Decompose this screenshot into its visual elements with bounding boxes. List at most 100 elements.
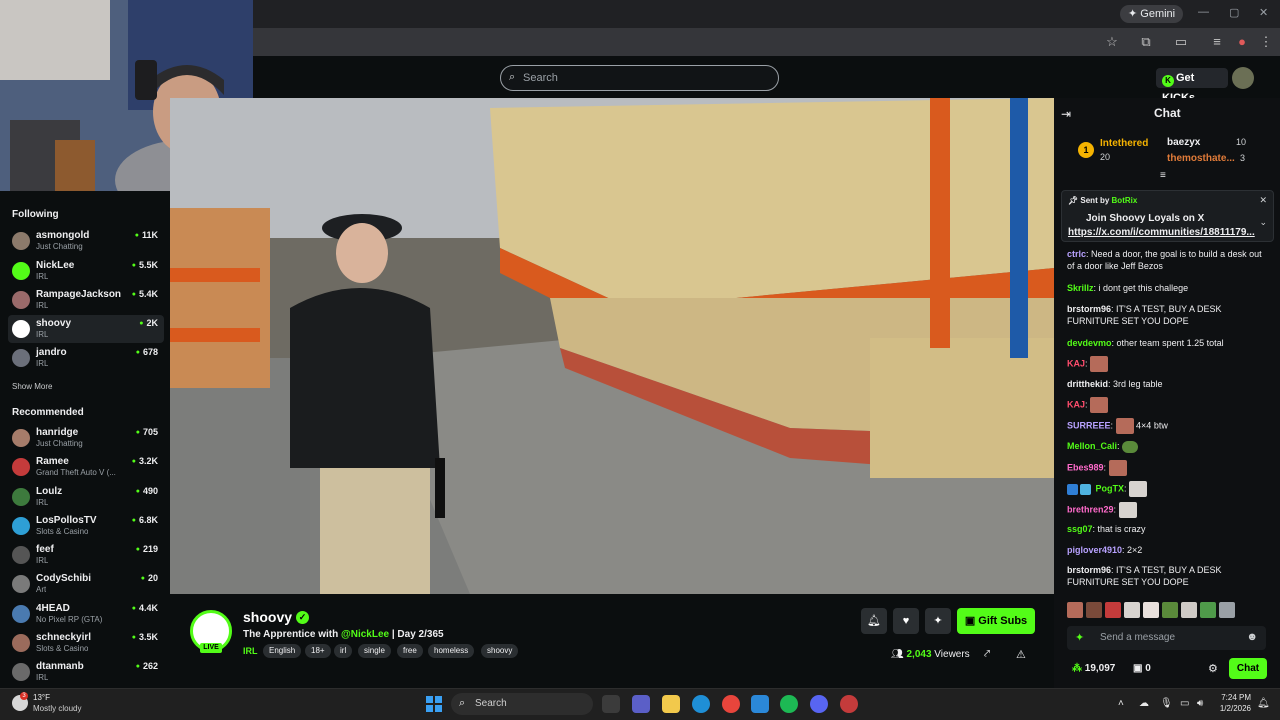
chat-send-button[interactable]: Chat — [1229, 658, 1267, 679]
tag[interactable]: free — [397, 644, 423, 658]
chat-username[interactable]: SURREEE — [1067, 420, 1111, 430]
edge-icon[interactable] — [692, 695, 710, 713]
pinned-link[interactable]: https://x.com/i/communities/18811179... — [1068, 227, 1255, 238]
emote-button[interactable] — [1181, 602, 1197, 618]
microphone-icon[interactable]: 🎙︎ — [1160, 698, 1173, 709]
chat-username[interactable]: piglover4910 — [1067, 545, 1122, 555]
notifications-bell-icon[interactable]: 🔔︎ — [1257, 698, 1270, 709]
tray-chevron-icon[interactable]: ˄ — [1118, 698, 1124, 709]
sidebar-item-loulz[interactable]: Loulz IRL 490 — [8, 483, 164, 511]
sidebar-item-hanridge[interactable]: hanridge Just Chatting 705 — [8, 424, 164, 452]
sidebar-item-asmongold[interactable]: asmongold Just Chatting 11K — [8, 227, 164, 255]
emote-button[interactable] — [1162, 602, 1178, 618]
emote-button[interactable] — [1086, 602, 1102, 618]
gemini-button[interactable]: ✦ Gemini — [1120, 5, 1184, 23]
emote-button[interactable] — [1219, 602, 1235, 618]
collapse-chat-icon[interactable]: ⇥ — [1061, 107, 1071, 121]
profile-icon[interactable]: ● — [1234, 34, 1250, 50]
emote-button[interactable] — [1200, 602, 1216, 618]
get-kicks-button[interactable]: KGet KICKs — [1156, 68, 1228, 104]
sidebar-item-dtanmanb[interactable]: dtanmanb IRL 262 — [8, 658, 164, 686]
chat-username[interactable]: Ebes989 — [1067, 462, 1104, 472]
emote-button[interactable] — [1105, 602, 1121, 618]
store-icon[interactable] — [751, 695, 769, 713]
chat-username[interactable]: Skrillz — [1067, 283, 1094, 293]
chat-message-input[interactable]: ✦ Send a message ☻ — [1067, 626, 1266, 650]
menu-dots-icon[interactable]: ⋮ — [1258, 34, 1274, 50]
title-mention-link[interactable]: @NickLee — [341, 629, 389, 640]
onedrive-icon[interactable]: ☁ — [1139, 698, 1149, 709]
extensions-icon[interactable]: ⧉ — [1138, 34, 1154, 50]
follow-button[interactable]: ♥ — [893, 608, 919, 634]
sidebar-item-shoovy[interactable]: shoovy IRL 2K — [8, 315, 164, 343]
sidebar-item-schneckyirl[interactable]: schneckyirl Slots & Casino 3.5K — [8, 629, 164, 657]
system-clock[interactable]: 7:24 PM 1/2/2026 — [1215, 692, 1251, 714]
emote-button[interactable] — [1143, 602, 1159, 618]
leaderboard-third-name[interactable]: themosthate... — [1167, 153, 1235, 164]
chat-username[interactable]: brethren29 — [1067, 504, 1114, 514]
chevron-down-icon[interactable]: ⌄ — [1259, 217, 1267, 228]
tag[interactable]: shoovy — [481, 644, 519, 658]
chat-username[interactable]: brstorm96 — [1067, 565, 1111, 575]
streamer-name[interactable]: shoovy — [243, 609, 292, 625]
emote-button[interactable] — [1067, 602, 1083, 618]
file-explorer-icon[interactable] — [662, 695, 680, 713]
search-input[interactable]: ⌕ Search — [500, 65, 779, 91]
show-more-link[interactable]: Show More — [12, 382, 52, 391]
discord-icon[interactable] — [810, 695, 828, 713]
chat-username[interactable]: KAJ — [1067, 358, 1085, 368]
close-icon[interactable]: ✕ — [1259, 6, 1268, 19]
volume-icon[interactable]: 🔊︎ — [1197, 698, 1203, 709]
emote-button[interactable] — [1124, 602, 1140, 618]
media-icon[interactable]: ≡ — [1209, 34, 1225, 50]
emoji-picker-icon[interactable]: ☻ — [1246, 631, 1258, 643]
expand-leaderboard-icon[interactable]: ≡ — [1160, 170, 1166, 181]
maximize-icon[interactable]: ▢ — [1229, 6, 1239, 19]
chat-username[interactable]: ssg07 — [1067, 524, 1093, 534]
tag[interactable]: 18+ — [305, 644, 331, 658]
taskbar-search[interactable]: ⌕ Search — [451, 693, 593, 715]
sidebar-item-feef[interactable]: feef IRL 219 — [8, 541, 164, 569]
chat-username[interactable]: dritthekid — [1067, 379, 1108, 389]
tag[interactable]: English — [263, 644, 302, 658]
chat-username[interactable]: brstorm96 — [1067, 304, 1111, 314]
spotify-icon[interactable] — [780, 695, 798, 713]
sidebar-item-jandro[interactable]: jandro IRL 678 — [8, 344, 164, 372]
notification-bell-button[interactable]: 🔔︎ — [861, 608, 887, 634]
app-icon[interactable] — [840, 695, 858, 713]
chat-username[interactable]: ctrlc — [1067, 249, 1086, 259]
unpin-icon[interactable]: ✕ — [1259, 195, 1267, 206]
bookmark-star-icon[interactable]: ☆ — [1104, 34, 1120, 50]
category-link[interactable]: IRL — [243, 646, 258, 656]
chat-username[interactable]: Mellon_Cali — [1067, 441, 1117, 451]
drops-counter[interactable]: ▣ 0 — [1133, 663, 1151, 674]
chat-settings-gear-icon[interactable]: ⚙ — [1208, 662, 1218, 675]
tag[interactable]: single — [358, 644, 391, 658]
channel-points[interactable]: ⁂ 19,097 — [1072, 663, 1115, 674]
leaderboard-second-name[interactable]: baezyx — [1167, 137, 1200, 148]
minimize-icon[interactable]: — — [1198, 6, 1209, 18]
sidebar-item-codyschibi[interactable]: CodySchibi Art 20 — [8, 570, 164, 598]
sidebar-item-nicklee[interactable]: NickLee IRL 5.5K — [8, 257, 164, 285]
sidebar-item-4head[interactable]: 4HEAD No Pixel RP (GTA) 4.4K — [8, 600, 164, 628]
sidebar-item-ramee[interactable]: Ramee Grand Theft Auto V (... 3.2K — [8, 453, 164, 481]
report-icon[interactable]: ⚠ — [1016, 648, 1026, 661]
video-player[interactable] — [170, 98, 1054, 594]
cast-icon[interactable]: ▭ — [1173, 34, 1189, 50]
chat-username[interactable]: PogTX — [1096, 483, 1125, 493]
share-icon[interactable]: ⤤ — [984, 648, 990, 661]
gift-subs-button[interactable]: ▣ Gift Subs — [957, 608, 1035, 634]
sidebar-item-lospollostv[interactable]: LosPollosTV Slots & Casino 6.8K — [8, 512, 164, 540]
teams-icon[interactable] — [632, 695, 650, 713]
chrome-icon[interactable] — [722, 695, 740, 713]
clip-button[interactable]: ✦ — [925, 608, 951, 634]
sidebar-item-rampagejackson[interactable]: RampageJackson IRL 5.4K — [8, 286, 164, 314]
network-icon[interactable]: ▭ — [1180, 698, 1189, 709]
tag[interactable]: homeless — [428, 644, 475, 658]
leaderboard-first-name[interactable]: Intethered — [1100, 138, 1148, 149]
tag[interactable]: irl — [334, 644, 353, 658]
task-view-icon[interactable] — [602, 695, 620, 713]
chat-username[interactable]: KAJ — [1067, 399, 1085, 409]
start-button[interactable] — [426, 696, 442, 712]
chat-username[interactable]: devdevmo — [1067, 338, 1112, 348]
